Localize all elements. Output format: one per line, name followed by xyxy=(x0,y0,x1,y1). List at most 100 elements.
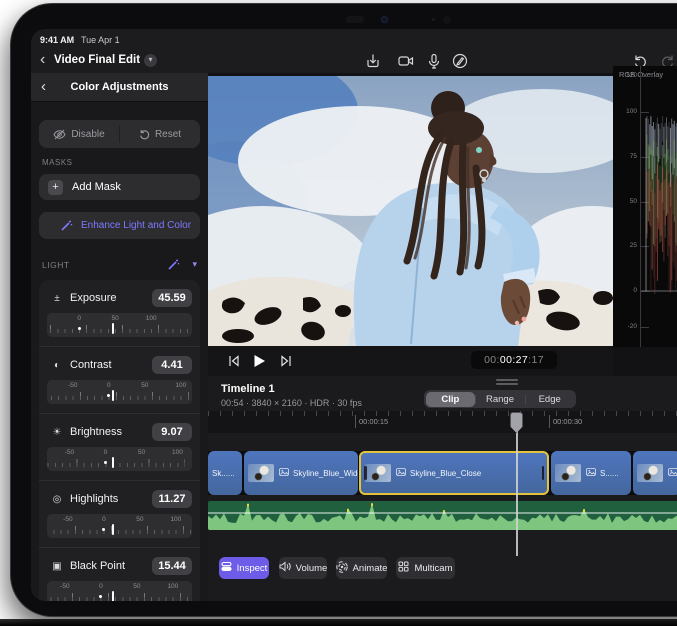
status-date: Tue Apr 1 xyxy=(81,35,120,45)
tool-label: Inspect xyxy=(237,563,268,574)
skip-forward-icon[interactable] xyxy=(278,353,294,369)
microphone-icon[interactable] xyxy=(425,52,443,70)
black-point-icon: ▣ xyxy=(49,561,65,572)
slider-ruler[interactable]: -50050100 xyxy=(47,581,192,601)
magic-wand-icon xyxy=(60,219,73,232)
ruler-tick-label: 100 xyxy=(170,516,181,523)
slider-name: Black Point xyxy=(70,560,152,572)
timeline-clip[interactable] xyxy=(633,451,677,495)
video-frame-image xyxy=(208,76,613,346)
slider-row-exposure: ±Exposure45.59050100 xyxy=(39,280,200,346)
mode-edge[interactable]: Edge xyxy=(525,392,575,407)
slider-value[interactable]: 45.59 xyxy=(152,289,192,307)
ruler-timestamp: 00:00:15 xyxy=(355,415,388,428)
clip-label: Skyline_Blue_Wide xyxy=(293,469,358,478)
timeline-clip[interactable]: S...... xyxy=(551,451,631,495)
timeline-drag-handle[interactable] xyxy=(496,379,518,381)
timeline-clip[interactable]: Skyline_Blue_Close xyxy=(359,451,549,495)
scope-axis-label: 100 xyxy=(615,108,637,115)
playhead-line xyxy=(516,418,518,556)
timecode-hours: 00: xyxy=(484,354,500,366)
ruler-timestamp: 00:00:30 xyxy=(549,415,582,428)
slider-head: ☀Brightness9.07 xyxy=(47,421,192,443)
mode-range[interactable]: Range xyxy=(475,392,525,407)
auto-enhance-icon[interactable] xyxy=(167,258,180,271)
timecode-display[interactable]: 00:00:27:17 xyxy=(471,351,557,369)
enhance-light-color-button[interactable]: Enhance Light and Color xyxy=(39,212,200,239)
ruler-tick-label: 100 xyxy=(172,449,183,456)
zero-marker xyxy=(78,327,81,330)
app-title-bar: ‹ Video Final Edit ▾ xyxy=(31,49,677,73)
inspect-button[interactable]: Inspect xyxy=(219,557,269,579)
project-dropdown-chevron-icon[interactable]: ▾ xyxy=(144,54,157,67)
animate-icon xyxy=(336,561,348,576)
timeline-ruler[interactable]: 00:00:15 00:00:30 xyxy=(208,411,677,433)
timeline-title[interactable]: Timeline 1 xyxy=(221,383,275,395)
ipad-device-frame: 9:41 AM Tue Apr 1 ‹ Video Final Edit ▾ xyxy=(10,3,677,617)
masks-section-label: MASKS xyxy=(42,158,208,167)
contrast-icon: ◐ xyxy=(49,360,65,371)
timeline-meta: 00:54 · 3840 × 2160 · HDR · 30 fps xyxy=(221,398,362,408)
slider-row-black-point: ▣ Black Point15.44 -50050100 xyxy=(39,547,200,601)
scope-axis-label: -20 xyxy=(615,323,637,330)
import-icon[interactable] xyxy=(364,52,382,70)
timeline-clip[interactable]: Sk...... xyxy=(208,451,242,495)
slider-ruler[interactable]: 050100 xyxy=(47,313,192,337)
volume-button[interactable]: Volume xyxy=(279,557,327,579)
video-track: Sk...... Skyline_Blue_Wide Skyline_Blue_Cl… xyxy=(208,451,677,495)
audio-track[interactable] xyxy=(208,501,677,530)
exposure-icon: ± xyxy=(49,293,65,304)
pencil-draw-icon[interactable] xyxy=(451,52,469,70)
value-indicator xyxy=(112,591,114,601)
volume-icon xyxy=(279,561,291,575)
timecode-main: 00:27 xyxy=(500,354,528,366)
skip-back-icon[interactable] xyxy=(226,353,242,369)
slider-head: ◐ Contrast4.41 xyxy=(47,354,192,376)
disable-button[interactable]: Disable xyxy=(39,120,119,148)
scope-axis-label: 0 xyxy=(615,287,637,294)
photo-icon xyxy=(279,468,289,479)
slider-ruler[interactable]: -50050100 xyxy=(47,380,192,404)
slider-value[interactable]: 15.44 xyxy=(152,557,192,575)
light-sliders-card: ±Exposure45.59050100◐Contrast4.41-500501… xyxy=(39,280,200,601)
tool-label: Multicam xyxy=(414,563,452,574)
add-mask-button[interactable]: + Add Mask xyxy=(39,174,200,200)
slider-ruler[interactable]: -50050100 xyxy=(47,447,192,471)
project-title[interactable]: Video Final Edit xyxy=(54,54,140,66)
value-indicator xyxy=(112,323,114,334)
timeline-clip[interactable]: Skyline_Blue_Wide xyxy=(244,451,358,495)
eye-slash-icon xyxy=(53,129,66,140)
color-adjustments-panel: ‹ Color Adjustments Disable Reset MASKS xyxy=(31,73,208,601)
reset-icon xyxy=(139,129,150,140)
reset-label: Reset xyxy=(155,129,181,140)
animate-button[interactable]: Animate xyxy=(336,557,387,579)
scope-axis-label: 50 xyxy=(615,198,637,205)
back-chevron-icon[interactable]: ‹ xyxy=(40,50,45,70)
disable-label: Disable xyxy=(71,129,104,140)
transport-bar: 00:00:27:17 xyxy=(208,346,613,376)
sensor-dot xyxy=(443,16,451,24)
collapse-chevron-icon[interactable]: ▾ xyxy=(192,259,197,270)
reset-button[interactable]: Reset xyxy=(120,120,200,148)
play-icon[interactable] xyxy=(251,353,267,369)
clip-label: Skyline_Blue_Close xyxy=(410,469,481,478)
slider-name: Contrast xyxy=(70,359,152,371)
panel-header: ‹ Color Adjustments xyxy=(31,73,208,102)
trim-handle-left[interactable] xyxy=(364,466,367,480)
slider-ruler[interactable]: -50050100 xyxy=(47,514,192,538)
ruler-tick-label: 50 xyxy=(138,449,145,456)
rgb-overlay-scope: RGB Overlay 1201007550250-20 xyxy=(613,66,677,347)
ruler-tick-label: -50 xyxy=(68,382,77,389)
slider-value[interactable]: 9.07 xyxy=(152,423,192,441)
trim-handle-right[interactable] xyxy=(542,466,545,480)
mode-clip[interactable]: Clip xyxy=(426,392,476,407)
slider-value[interactable]: 11.27 xyxy=(152,490,192,508)
light-section-header: LIGHT ▾ xyxy=(42,258,197,271)
panel-back-chevron-icon[interactable]: ‹ xyxy=(41,78,46,95)
ruler-tick-label: 0 xyxy=(77,315,81,322)
record-camera-icon[interactable] xyxy=(397,52,415,70)
multicam-button[interactable]: Multicam xyxy=(396,557,455,579)
highlights-icon: ◎ xyxy=(49,494,65,505)
slider-value[interactable]: 4.41 xyxy=(152,356,192,374)
ruler-ticks xyxy=(47,392,192,400)
